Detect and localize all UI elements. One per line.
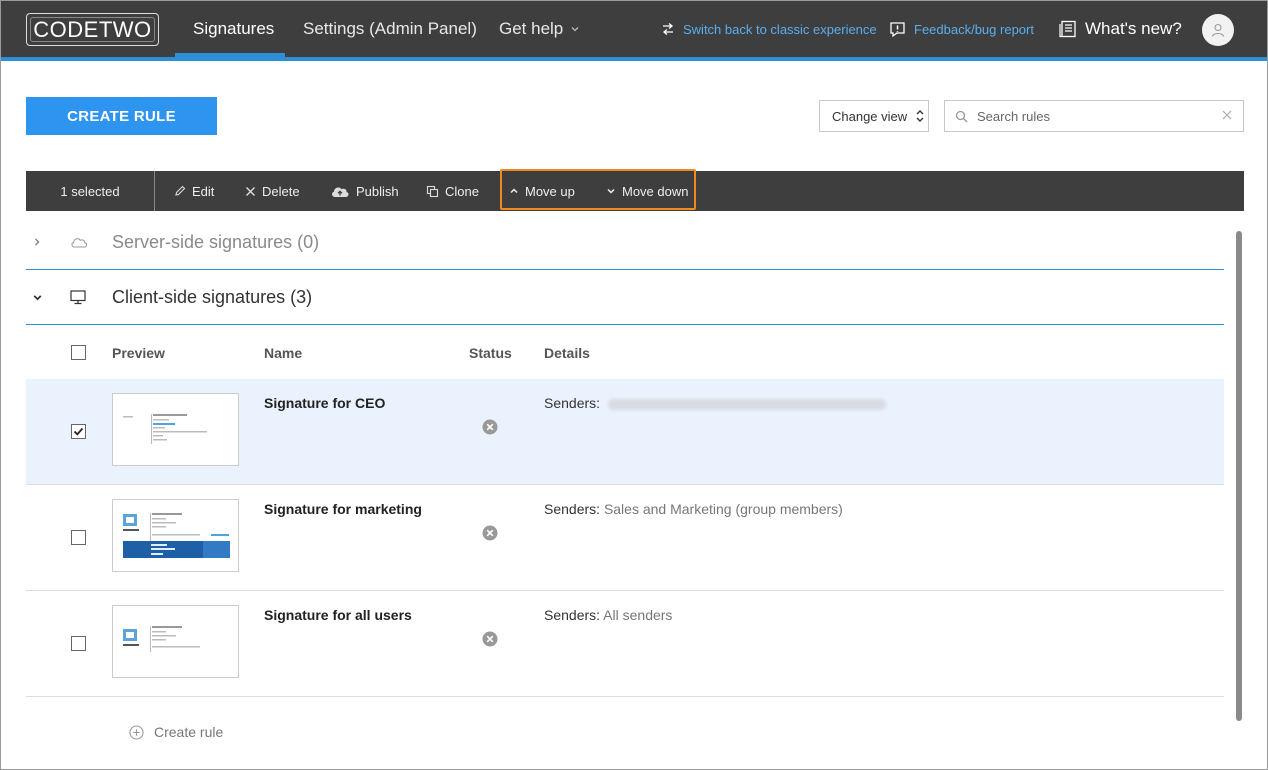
- feedback-link[interactable]: Feedback/bug report: [889, 1, 1034, 57]
- table-row[interactable]: Signature for CEO Senders:: [26, 379, 1224, 485]
- signature-name[interactable]: Signature for all users: [264, 607, 412, 623]
- select-all-checkbox[interactable]: [71, 345, 86, 360]
- checkmark-icon: [73, 427, 84, 436]
- signature-preview-thumbnail[interactable]: [112, 605, 239, 678]
- change-view-label: Change view: [832, 108, 908, 124]
- signature-details: Senders:: [544, 395, 886, 411]
- plus-circle-icon: [129, 724, 144, 740]
- column-header-details: Details: [544, 345, 590, 361]
- whats-new-label: What's new?: [1085, 19, 1182, 38]
- signature-preview-image: [123, 513, 230, 558]
- vertical-scrollbar[interactable]: [1236, 231, 1242, 721]
- status-unpublished: [482, 419, 498, 440]
- edit-label: Edit: [192, 183, 215, 199]
- signature-details: Senders: All senders: [544, 607, 672, 623]
- table-row[interactable]: Signature for marketing Senders: Sales a…: [26, 485, 1224, 591]
- user-avatar[interactable]: [1202, 14, 1234, 46]
- details-label: Senders:: [544, 501, 601, 517]
- user-icon: [1211, 23, 1225, 37]
- clone-icon: [426, 185, 439, 197]
- delete-label: Delete: [262, 183, 300, 199]
- status-x-circle-icon: [482, 525, 498, 541]
- monitor-icon: [70, 289, 86, 304]
- row-checkbox[interactable]: [71, 636, 86, 651]
- nav-get-help-label: Get help: [499, 19, 564, 38]
- close-icon: [246, 186, 255, 196]
- switch-classic-link[interactable]: Switch back to classic experience: [661, 1, 877, 57]
- sort-arrows-icon: [916, 110, 924, 122]
- pencil-icon: [175, 185, 186, 196]
- feedback-icon: [890, 21, 905, 37]
- whats-new-link[interactable]: What's new?: [1059, 1, 1182, 57]
- search-icon: [955, 110, 968, 122]
- create-rule-button[interactable]: CREATE RULE: [26, 97, 217, 135]
- chevron-down-icon: [33, 294, 42, 300]
- nav-get-help[interactable]: Get help: [499, 1, 580, 57]
- codetwo-logo[interactable]: CODETWO: [26, 13, 159, 46]
- chevron-down-icon: [571, 27, 579, 32]
- status-x-circle-icon: [482, 419, 498, 435]
- client-side-group-title: Client-side signatures (3): [112, 286, 313, 307]
- move-buttons-highlight: [500, 169, 696, 210]
- nav-signatures[interactable]: Signatures: [193, 1, 274, 57]
- clear-search-icon[interactable]: [1221, 109, 1233, 121]
- signature-name[interactable]: Signature for marketing: [264, 501, 422, 517]
- column-header-preview: Preview: [112, 345, 165, 361]
- search-rules-box: [944, 100, 1244, 132]
- status-x-circle-icon: [482, 631, 498, 647]
- clone-label: Clone: [445, 183, 479, 199]
- signature-preview-thumbnail[interactable]: [112, 393, 239, 466]
- details-label: Senders:: [544, 607, 601, 623]
- publish-button[interactable]: Publish: [330, 171, 399, 211]
- cloud-icon: [71, 238, 88, 248]
- create-rule-link-label: Create rule: [154, 724, 224, 740]
- status-unpublished: [482, 525, 498, 546]
- clone-button[interactable]: Clone: [426, 171, 479, 211]
- column-header-status[interactable]: Status: [469, 345, 512, 361]
- search-rules-input[interactable]: [977, 108, 1217, 124]
- delete-button[interactable]: Delete: [245, 171, 300, 211]
- selected-count: 1 selected: [26, 171, 155, 211]
- details-value: Sales and Marketing (group members): [603, 501, 843, 517]
- switch-classic-label: Switch back to classic experience: [683, 21, 877, 37]
- server-side-group-title: Server-side signatures (0): [112, 231, 320, 252]
- client-side-group-header[interactable]: Client-side signatures (3): [26, 270, 1224, 325]
- signature-preview-image: [123, 626, 200, 652]
- change-view-select[interactable]: Change view: [819, 100, 929, 132]
- edit-button[interactable]: Edit: [174, 171, 214, 211]
- column-header-name[interactable]: Name: [264, 345, 302, 361]
- switch-arrows-icon: [662, 23, 674, 35]
- topbar-accent-line: [1, 57, 1267, 61]
- rule-action-bar: 1 selected Edit Delete Publish Clone Mov…: [26, 169, 1244, 211]
- publish-label: Publish: [356, 183, 399, 199]
- cloud-upload-icon: [332, 187, 349, 197]
- table-row[interactable]: Signature for all users Senders: All sen…: [26, 591, 1224, 697]
- signature-name[interactable]: Signature for CEO: [264, 395, 385, 411]
- blurred-sender-address: [607, 398, 886, 410]
- status-unpublished: [482, 631, 498, 652]
- signature-details: Senders: Sales and Marketing (group memb…: [544, 501, 843, 517]
- create-rule-link[interactable]: Create rule: [129, 724, 223, 740]
- chevron-right-icon: [34, 238, 40, 246]
- details-value: All senders: [603, 607, 673, 623]
- signature-preview-image: [123, 414, 207, 444]
- signature-preview-thumbnail[interactable]: [112, 499, 239, 572]
- server-side-group-header[interactable]: Server-side signatures (0): [26, 215, 1224, 270]
- feedback-label: Feedback/bug report: [914, 21, 1034, 37]
- details-label: Senders:: [544, 395, 601, 411]
- row-checkbox[interactable]: [71, 424, 86, 439]
- nav-settings-admin-panel[interactable]: Settings (Admin Panel): [303, 1, 477, 57]
- top-navigation-bar: CODETWO Signatures Settings (Admin Panel…: [1, 1, 1267, 57]
- logo-text: CODETWO: [33, 16, 152, 42]
- news-icon: [1059, 20, 1076, 38]
- row-checkbox[interactable]: [71, 530, 86, 545]
